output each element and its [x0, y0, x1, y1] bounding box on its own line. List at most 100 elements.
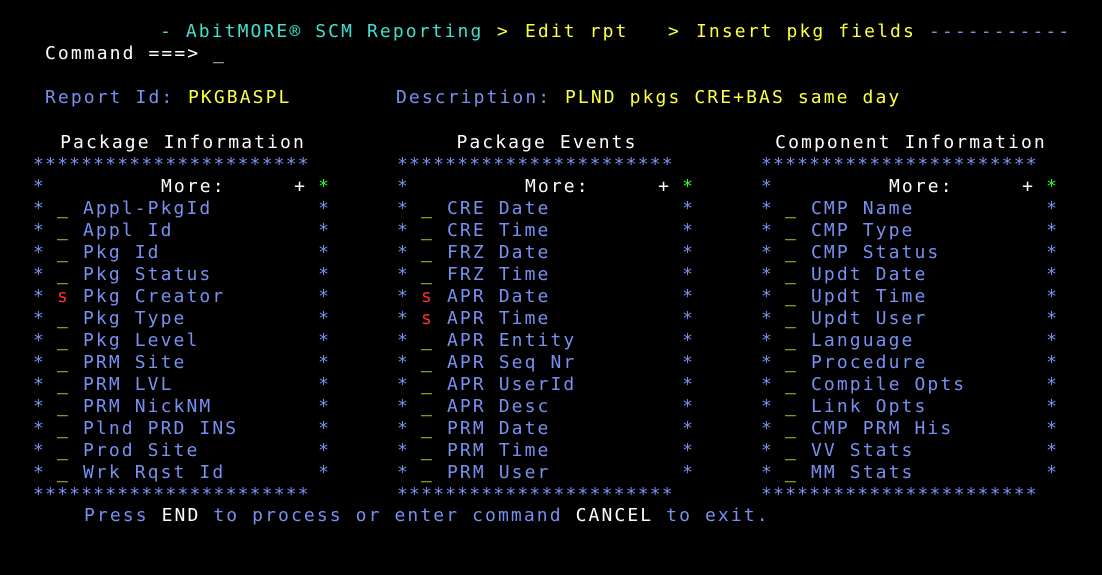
field-label: APR Seq Nr	[447, 352, 577, 373]
field-select-input[interactable]: _	[57, 440, 70, 462]
end-key-hint: END	[161, 505, 201, 526]
field-select-input[interactable]: _	[421, 396, 434, 418]
more-indicator-row: * More: + *	[397, 176, 697, 198]
field-row: * _ PRM Date *	[397, 418, 697, 440]
field-label: PRM LVL	[83, 374, 174, 395]
field-select-input[interactable]: _	[785, 220, 798, 242]
field-select-input[interactable]: _	[421, 462, 434, 484]
row-border-right: *	[318, 286, 331, 307]
row-border-left: *	[761, 308, 774, 329]
row-border-right: *	[318, 220, 331, 241]
command-label: Command ===>	[45, 43, 201, 64]
field-row: * _ APR Entity *	[397, 330, 697, 352]
field-select-input[interactable]: _	[57, 220, 70, 242]
row-border-right: *	[1046, 242, 1059, 263]
field-select-input[interactable]: _	[57, 462, 70, 484]
field-select-input[interactable]: _	[785, 440, 798, 462]
row-border-left: *	[33, 396, 46, 417]
row-border-right: *	[1046, 374, 1059, 395]
row-border-right: *	[318, 198, 331, 219]
row-border-left: *	[761, 352, 774, 373]
row-border-right: *	[1046, 352, 1059, 373]
command-input[interactable]: _	[213, 43, 226, 65]
field-select-input[interactable]: _	[785, 462, 798, 484]
field-label: APR UserId	[447, 374, 577, 395]
field-select-input[interactable]: _	[421, 198, 434, 220]
row-border-right: *	[682, 286, 695, 307]
row-border-left: *	[397, 198, 410, 219]
field-select-input[interactable]: _	[785, 330, 798, 352]
field-select-input[interactable]: _	[57, 396, 70, 418]
field-select-input[interactable]: _	[57, 418, 70, 440]
field-select-input[interactable]: _	[421, 352, 434, 374]
field-select-input[interactable]: _	[57, 374, 70, 396]
field-row: * _ MM Stats *	[761, 462, 1061, 484]
report-id-label: Report Id:	[45, 87, 175, 108]
row-border-right: *	[682, 242, 695, 263]
field-row: * s APR Time *	[397, 308, 697, 330]
field-select-input[interactable]: _	[57, 198, 70, 220]
row-border-left: *	[397, 308, 410, 329]
scroll-more-plus[interactable]: +	[1022, 176, 1035, 198]
panel-title: Component Information	[775, 132, 1047, 153]
row-border-left: *	[33, 242, 46, 263]
field-select-input[interactable]: _	[421, 220, 434, 242]
field-row: * _ CMP Name *	[761, 198, 1061, 220]
row-border-right: *	[682, 418, 695, 439]
field-label: Prod Site	[83, 440, 200, 461]
row-border-right: *	[318, 264, 331, 285]
field-select-input[interactable]: _	[785, 418, 798, 440]
field-row: * _ Procedure *	[761, 352, 1061, 374]
header-dash-rule: -----------	[929, 21, 1072, 42]
field-select-input[interactable]: _	[785, 374, 798, 396]
more-label: More:	[161, 176, 226, 197]
field-select-input[interactable]: _	[421, 242, 434, 264]
field-select-input[interactable]: _	[421, 264, 434, 286]
row-border-left: *	[761, 462, 774, 483]
field-select-input[interactable]: _	[421, 418, 434, 440]
row-border-left: *	[33, 352, 46, 373]
field-select-input[interactable]: _	[785, 308, 798, 330]
row-border-left: *	[33, 462, 46, 483]
row-border-left: *	[33, 440, 46, 461]
field-select-input[interactable]: _	[421, 330, 434, 352]
footer-instructions: Press END to process or enter command CA…	[84, 505, 770, 527]
field-select-input[interactable]: _	[785, 264, 798, 286]
footer-text: to exit.	[666, 505, 770, 526]
field-select-input[interactable]: _	[57, 264, 70, 286]
field-select-input[interactable]: _	[421, 374, 434, 396]
field-select-input[interactable]: _	[785, 396, 798, 418]
scroll-more-plus[interactable]: +	[294, 176, 307, 198]
field-label: Plnd PRD INS	[83, 418, 239, 439]
field-label: Link Opts	[811, 396, 928, 417]
row-border-left: *	[761, 418, 774, 439]
field-select-input[interactable]: _	[785, 352, 798, 374]
field-row: * _ Wrk Rqst Id *	[33, 462, 333, 484]
field-row: * _ Prod Site *	[33, 440, 333, 462]
field-select-input[interactable]: _	[785, 286, 798, 308]
field-select-input[interactable]: _	[785, 242, 798, 264]
field-row: * _ Updt Date *	[761, 264, 1061, 286]
field-label: VV Stats	[811, 440, 915, 461]
field-select-input[interactable]: _	[57, 308, 70, 330]
report-id-value: PKGBASPL	[188, 87, 292, 108]
breadcrumb-edit-rpt[interactable]: Edit rpt	[525, 21, 629, 43]
scroll-more-plus[interactable]: +	[658, 176, 671, 198]
field-row: * _ CRE Date *	[397, 198, 697, 220]
field-select-input[interactable]: _	[57, 330, 70, 352]
row-border-left: *	[761, 374, 774, 395]
field-select-input[interactable]: _	[57, 352, 70, 374]
cancel-key-hint: CANCEL	[575, 505, 654, 526]
field-label: APR Desc	[447, 396, 551, 417]
row-border-right: *	[1046, 220, 1059, 241]
field-row: * _ FRZ Date *	[397, 242, 697, 264]
field-select-input[interactable]: _	[421, 440, 434, 462]
field-select-input[interactable]: _	[57, 242, 70, 264]
field-select-input[interactable]: s	[57, 286, 70, 308]
row-border-right: *	[318, 330, 331, 351]
field-select-input[interactable]: _	[785, 198, 798, 220]
field-label: Pkg Type	[83, 308, 187, 329]
field-select-input[interactable]: s	[421, 286, 434, 308]
field-select-input[interactable]: s	[421, 308, 434, 330]
row-border-left: *	[761, 286, 774, 307]
